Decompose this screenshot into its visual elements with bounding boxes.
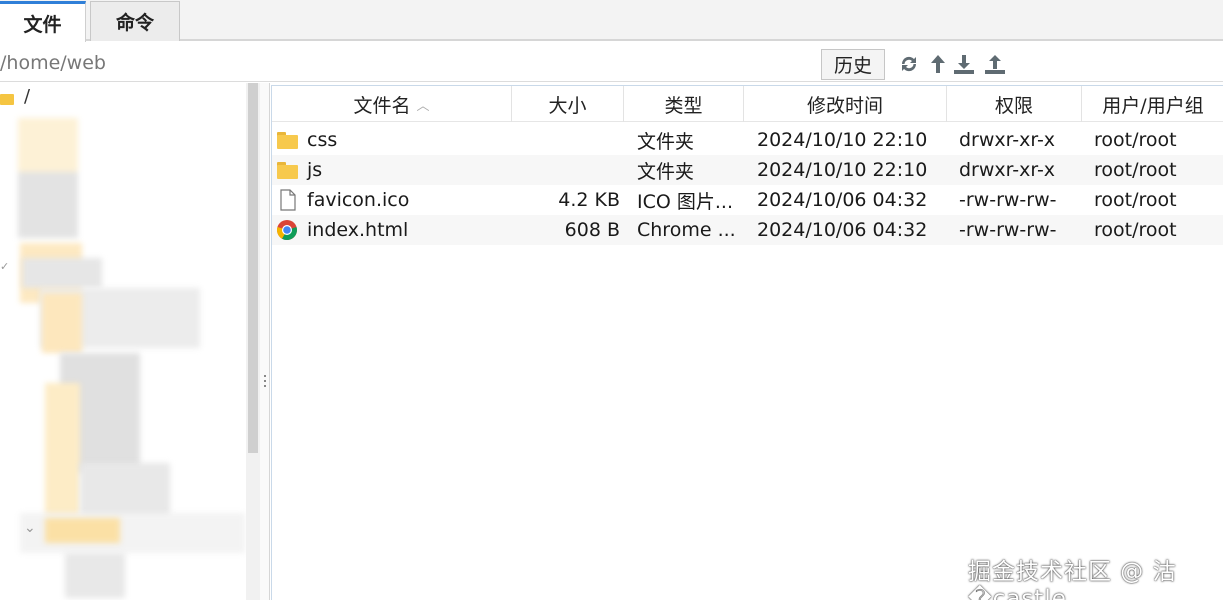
tab-bar: 文件 命令 — [0, 0, 1223, 42]
file-modified: 2024/10/06 04:32 — [757, 189, 928, 211]
file-list: 文件名 ︿ 大小 类型 修改时间 权限 用户/用户组 css 文件夹 2024/… — [271, 85, 1223, 600]
tab-commands[interactable]: 命令 — [90, 1, 180, 41]
root-folder-icon — [0, 94, 14, 105]
folder-icon — [276, 159, 298, 181]
file-size — [512, 125, 620, 155]
file-type: 文件夹 — [637, 130, 695, 153]
tree-blurred-items — [42, 293, 82, 353]
file-name: index.html — [307, 219, 409, 241]
tree-blurred-items — [65, 553, 125, 598]
up-arrow-icon[interactable] — [926, 52, 950, 76]
pane-splitter[interactable] — [260, 83, 270, 600]
file-size: 4.2 KB — [558, 189, 620, 211]
folder-icon — [276, 129, 298, 151]
splitter-grip-icon[interactable] — [264, 375, 266, 377]
file-name: favicon.ico — [307, 189, 410, 211]
tree-blurred-items — [22, 258, 102, 288]
table-row[interactable]: js 文件夹 2024/10/10 22:10 drwxr-xr-x root/… — [272, 155, 1223, 185]
file-owner: root/root — [1094, 219, 1177, 241]
file-owner: root/root — [1094, 129, 1177, 151]
file-owner: root/root — [1094, 159, 1177, 181]
sort-ascending-icon: ︿ — [416, 98, 430, 114]
directory-tree[interactable]: / ✓ ⌄ — [0, 83, 262, 600]
file-owner: root/root — [1094, 189, 1177, 211]
file-size — [512, 155, 620, 185]
file-modified: 2024/10/06 04:32 — [757, 219, 928, 241]
file-type: Chrome ... — [637, 219, 736, 241]
tree-blurred-items — [45, 383, 80, 523]
table-row[interactable]: css 文件夹 2024/10/10 22:10 drwxr-xr-x root… — [272, 125, 1223, 155]
watermark: 掘金技术社区 @ 沽�castle — [968, 559, 1177, 600]
column-header-type[interactable]: 类型 — [624, 86, 744, 122]
history-button[interactable]: 历史 — [821, 49, 885, 80]
column-header-permissions[interactable]: 权限 — [947, 86, 1082, 122]
file-modified: 2024/10/10 22:10 — [757, 159, 928, 181]
tree-scrollbar-thumb[interactable] — [248, 83, 258, 453]
column-header-name[interactable]: 文件名 ︿ — [272, 86, 512, 122]
path-bar: 历史 — [0, 43, 1223, 82]
tree-scrollbar[interactable] — [246, 83, 260, 600]
file-type: ICO 图片... — [637, 190, 733, 213]
tree-blurred-items — [45, 518, 120, 543]
upload-icon[interactable] — [983, 52, 1007, 76]
column-header-modified[interactable]: 修改时间 — [744, 86, 947, 122]
table-row[interactable]: favicon.ico 4.2 KB ICO 图片... 2024/10/06 … — [272, 185, 1223, 215]
tab-files[interactable]: 文件 — [0, 1, 86, 42]
file-name: css — [307, 129, 338, 151]
file-modified: 2024/10/10 22:10 — [757, 129, 928, 151]
file-permissions: drwxr-xr-x — [959, 129, 1056, 151]
tree-blurred-items — [18, 118, 78, 238]
download-icon[interactable] — [952, 52, 976, 76]
file-type: 文件夹 — [637, 160, 695, 183]
file-permissions: -rw-rw-rw- — [959, 189, 1057, 211]
column-header-owner[interactable]: 用户/用户组 — [1082, 86, 1223, 122]
file-size: 608 B — [564, 219, 620, 241]
file-icon — [276, 189, 298, 211]
tree-root-label[interactable]: / — [24, 86, 30, 107]
file-permissions: -rw-rw-rw- — [959, 219, 1057, 241]
refresh-icon[interactable] — [897, 52, 921, 76]
chrome-icon — [276, 219, 298, 241]
file-permissions: drwxr-xr-x — [959, 159, 1056, 181]
chevron-down-icon[interactable]: ⌄ — [24, 520, 36, 536]
table-row[interactable]: index.html 608 B Chrome ... 2024/10/06 0… — [272, 215, 1223, 245]
path-input[interactable] — [0, 49, 800, 77]
file-list-header: 文件名 ︿ 大小 类型 修改时间 权限 用户/用户组 — [272, 86, 1223, 122]
file-name: js — [307, 159, 323, 181]
column-header-size[interactable]: 大小 — [512, 86, 624, 122]
chevron-down-icon[interactable]: ✓ — [0, 260, 9, 273]
